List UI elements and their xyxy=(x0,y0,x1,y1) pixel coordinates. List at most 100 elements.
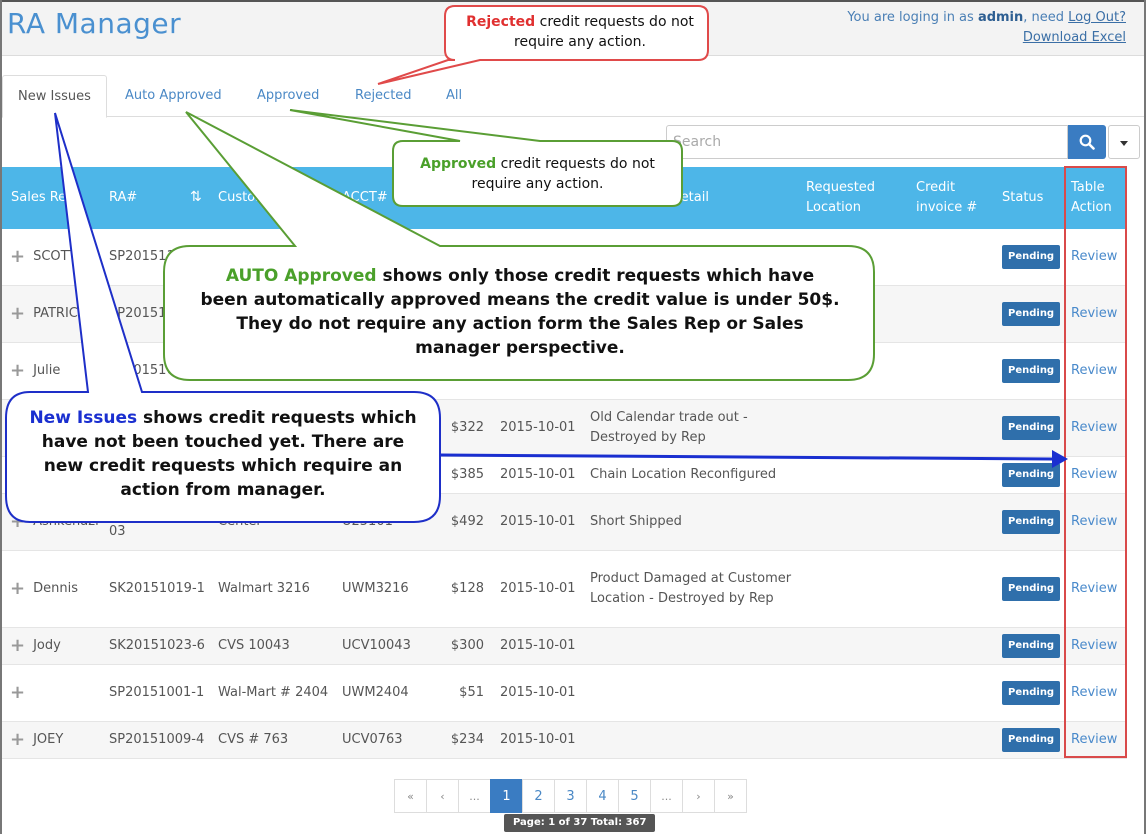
page-2[interactable]: 2 xyxy=(522,779,555,813)
review-link[interactable]: Review xyxy=(1071,579,1117,599)
cell-detail xyxy=(590,722,795,758)
tab-rejected[interactable]: Rejected xyxy=(340,75,427,117)
col-status[interactable]: Status xyxy=(1002,167,1043,229)
download-excel-link[interactable]: Download Excel xyxy=(1023,30,1126,45)
status-badge: Pending xyxy=(1002,510,1061,534)
page-5[interactable]: 5 xyxy=(618,779,651,813)
status-badge: Pending xyxy=(1002,416,1061,440)
page-prev[interactable]: ‹ xyxy=(426,779,459,813)
search-options-dropdown[interactable] xyxy=(1108,125,1140,159)
cell-detail: Chain Location Reconfigured xyxy=(590,467,777,482)
review-link[interactable]: Review xyxy=(1071,512,1117,532)
window-frame-left xyxy=(0,0,2,834)
cell-rep: + SCOTT xyxy=(10,246,77,267)
col-customer[interactable]: Customer xyxy=(218,167,281,229)
status-badge: Pending xyxy=(1002,302,1061,326)
cell-detail: Short Shipped xyxy=(590,514,682,529)
cell-dt: 2015-10-01 xyxy=(500,581,576,596)
review-link[interactable]: Review xyxy=(1071,636,1117,656)
expand-row-icon[interactable]: + xyxy=(10,636,25,656)
expand-row-icon[interactable]: + xyxy=(10,465,25,485)
cell-detail: Old Calendar trade out - Destroyed by Re… xyxy=(590,410,748,445)
expand-row-icon[interactable]: + xyxy=(10,418,25,438)
cell-amount: $300 xyxy=(450,638,484,653)
cell-action: Review xyxy=(1071,628,1117,664)
cell-ra: SK20151023-6 xyxy=(109,638,205,653)
cell-status: Pending xyxy=(1002,551,1061,627)
cell-amount: $51 xyxy=(459,685,484,700)
login-info: You are loging in as admin, need Log Out… xyxy=(847,10,1126,25)
review-link[interactable]: Review xyxy=(1071,247,1117,267)
cell-ra: SP20151001-1 xyxy=(109,685,205,700)
expand-row-icon[interactable]: + xyxy=(10,730,25,750)
cell-dt: 2015-10-01 xyxy=(500,514,576,529)
expand-row-icon[interactable]: + xyxy=(10,304,25,324)
review-link[interactable]: Review xyxy=(1071,465,1117,485)
review-link[interactable]: Review xyxy=(1071,418,1117,438)
sort-icon[interactable]: ⇅ xyxy=(190,189,202,205)
tab-approved[interactable]: Approved xyxy=(242,75,334,117)
search-input[interactable] xyxy=(666,125,1068,159)
cell-amount: $322 xyxy=(450,420,484,435)
cell-acct: UWM3216 xyxy=(342,581,409,596)
status-badge: Pending xyxy=(1002,634,1061,658)
col-credit-invoice[interactable]: Credit invoice # xyxy=(916,167,988,229)
review-link[interactable]: Review xyxy=(1071,730,1117,750)
expand-row-icon[interactable]: + xyxy=(10,683,25,703)
search-icon xyxy=(1079,134,1095,150)
cell-amount: $385 xyxy=(450,467,484,482)
status-badge: Pending xyxy=(1002,245,1061,269)
col-sales-rep[interactable]: Sales Rep xyxy=(11,167,74,229)
page-ellipsis-right[interactable]: ... xyxy=(650,779,683,813)
cell-amount: $234 xyxy=(450,732,484,747)
page-last[interactable]: » xyxy=(714,779,747,813)
col-acct[interactable]: ACCT# xyxy=(342,167,388,229)
expand-row-icon[interactable]: + xyxy=(10,512,25,532)
username: admin xyxy=(977,10,1024,25)
search-button[interactable] xyxy=(1068,125,1106,159)
cell-ra: SK20151019-1 xyxy=(109,581,205,596)
cell-status: Pending xyxy=(1002,343,1061,399)
cell-action: Review xyxy=(1071,665,1117,721)
tab-all[interactable]: All xyxy=(431,75,477,117)
caret-down-icon xyxy=(1120,141,1128,146)
tab-new-issues[interactable]: New Issues xyxy=(2,75,107,118)
cell-acct: UWM2404 xyxy=(342,685,409,700)
cell-amount: $492 xyxy=(450,514,484,529)
expand-row-icon[interactable]: + xyxy=(10,361,25,381)
table-row: + Dennis SK20151019-1 Walmart 3216 UWM3216 $1… xyxy=(2,551,1127,628)
cell-rep: + JOEY xyxy=(10,729,64,750)
cell-ra: SP20151009-4 xyxy=(109,732,205,747)
expand-row-icon[interactable]: + xyxy=(10,247,25,267)
cell-action: Review xyxy=(1071,400,1117,456)
col-requested-location[interactable]: Requested Location xyxy=(806,167,896,229)
logout-link[interactable]: Log Out? xyxy=(1068,10,1126,25)
review-link[interactable]: Review xyxy=(1071,683,1117,703)
page-1[interactable]: 1 xyxy=(490,779,523,813)
status-badge: Pending xyxy=(1002,463,1061,487)
review-link[interactable]: Review xyxy=(1071,304,1117,324)
cell-dt: 2015-10-01 xyxy=(500,685,576,700)
cell-action: Review xyxy=(1071,286,1117,342)
page-next[interactable]: › xyxy=(682,779,715,813)
app-title: RA Manager xyxy=(7,7,182,40)
auto-approved-callout-text: AUTO Approved shows only those credit re… xyxy=(200,266,840,358)
review-link[interactable]: Review xyxy=(1071,361,1117,381)
page-4[interactable]: 4 xyxy=(586,779,619,813)
tab-auto-approved[interactable]: Auto Approved xyxy=(110,75,237,117)
cell-rep: + Jody xyxy=(10,635,61,656)
page-3[interactable]: 3 xyxy=(554,779,587,813)
page-ellipsis-left[interactable]: ... xyxy=(458,779,491,813)
col-ra[interactable]: RA# xyxy=(109,167,137,229)
expand-row-icon[interactable]: + xyxy=(10,579,25,599)
cell-ra: SP20151103-4 xyxy=(109,249,205,264)
cell-rep: + Ashkenazi xyxy=(10,511,99,532)
new-issues-callout-text: New Issues shows credit requests which h… xyxy=(29,408,417,500)
cell-ra: SP20151111 xyxy=(109,306,192,321)
status-badge: Pending xyxy=(1002,359,1061,383)
page-info-badge: Page: 1 of 37 Total: 367 xyxy=(504,814,656,832)
cell-amount: $128 xyxy=(450,581,484,596)
cell-acct: UCV10043 xyxy=(342,638,411,653)
status-badge: Pending xyxy=(1002,681,1061,705)
page-first[interactable]: « xyxy=(394,779,427,813)
